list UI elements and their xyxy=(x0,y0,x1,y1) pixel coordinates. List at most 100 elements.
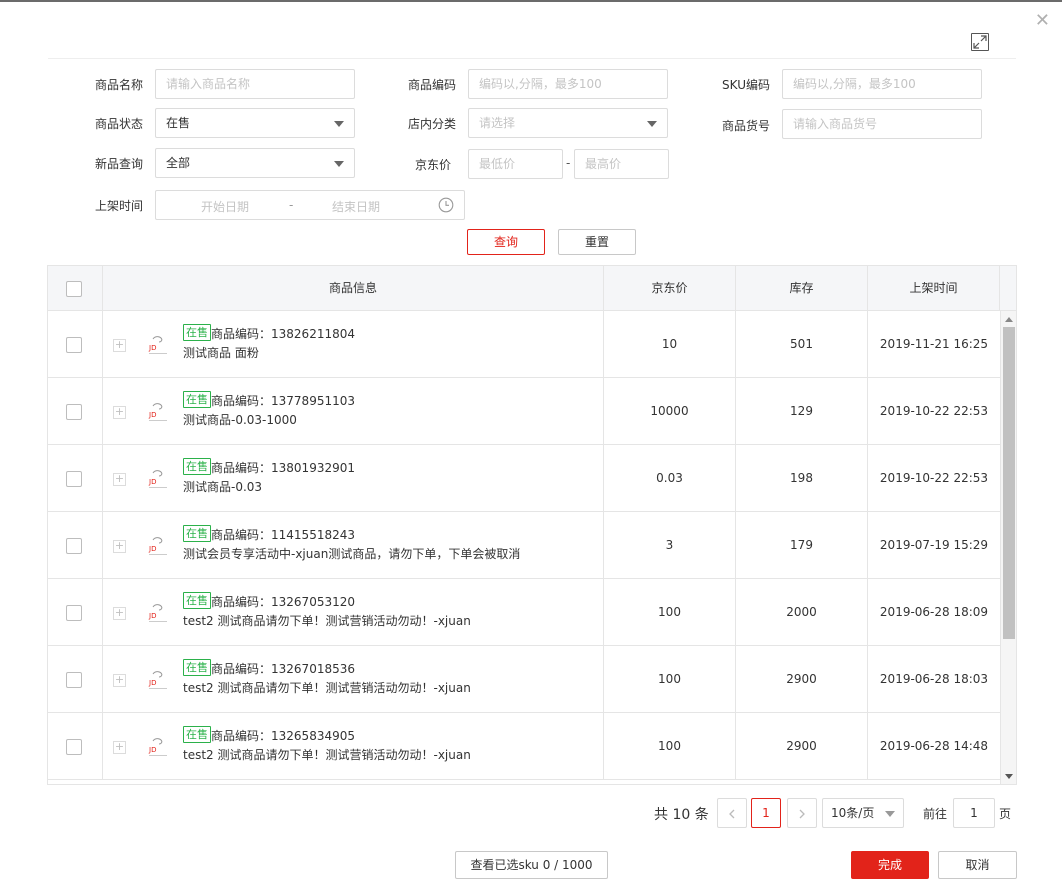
store-category-select[interactable]: 请选择 xyxy=(468,108,668,138)
min-price-input[interactable]: 最低价 xyxy=(468,149,563,179)
store-category-placeholder: 请选择 xyxy=(479,116,516,130)
scroll-down-icon[interactable] xyxy=(1005,774,1013,779)
done-button[interactable]: 完成 xyxy=(851,851,929,879)
header-listing-time: 上架时间 xyxy=(868,266,1000,311)
svg-text:JD: JD xyxy=(148,679,156,687)
product-info-cell: + JD 在售 商品编码：13801932901 测试商品-0.03 xyxy=(103,445,604,512)
row-checkbox-cell xyxy=(48,378,103,445)
price-cell: 100 xyxy=(604,713,736,780)
product-status-select[interactable]: 在售 xyxy=(155,108,355,138)
date-range-dash: - xyxy=(289,198,294,212)
product-name: test2 测试商品请勿下单！测试营销活动勿动！-xjuan xyxy=(183,748,471,762)
expand-row-icon[interactable]: + xyxy=(113,741,126,754)
product-thumbnail: JD xyxy=(148,336,167,354)
listing-date-range[interactable]: 开始日期 - 结束日期 xyxy=(155,190,465,220)
page-size-select[interactable]: 10条/页 xyxy=(822,798,904,828)
product-code: 商品编码：13267053120 xyxy=(211,593,355,610)
stock-cell: 179 xyxy=(736,512,868,579)
goto-page-input[interactable]: 1 xyxy=(953,798,995,828)
listing-time-cell: 2019-10-22 22:53 xyxy=(879,471,989,485)
row-checkbox-cell xyxy=(48,579,103,646)
product-thumbnail: JD xyxy=(148,671,167,689)
sku-code-input[interactable]: 编码以,分隔，最多100 xyxy=(782,69,982,99)
svg-text:JD: JD xyxy=(148,411,156,419)
product-info-cell: + JD 在售 商品编码：13778951103 测试商品-0.03-1000 xyxy=(103,378,604,445)
max-price-input[interactable]: 最高价 xyxy=(574,149,669,179)
row-checkbox-cell xyxy=(48,713,103,780)
table-header: 商品信息 京东价 库存 上架时间 xyxy=(48,266,1016,311)
item-number-input[interactable]: 请输入商品货号 xyxy=(782,109,982,139)
header-jd-price: 京东价 xyxy=(604,266,736,311)
listing-time-cell: 2019-06-28 18:09 xyxy=(879,605,989,619)
view-selected-sku-button[interactable]: 查看已选sku 0 / 1000 xyxy=(455,851,608,879)
product-thumbnail: JD xyxy=(148,470,167,488)
stock-cell: 501 xyxy=(736,311,868,378)
table-row: + JD 在售 商品编码：13778951103 测试商品-0.03-1000 10000… xyxy=(48,378,1000,445)
row-checkbox[interactable] xyxy=(66,538,82,554)
header-divider xyxy=(48,58,1016,59)
product-code-prefix: 商品编码： xyxy=(211,327,272,341)
row-checkbox[interactable] xyxy=(66,605,82,621)
close-icon[interactable]: ✕ xyxy=(1035,12,1050,30)
chevron-right-icon xyxy=(799,809,805,819)
expand-row-icon[interactable]: + xyxy=(113,607,126,620)
product-status-label: 商品状态 xyxy=(94,117,143,131)
product-name: 测试商品-0.03-1000 xyxy=(183,413,297,427)
row-checkbox[interactable] xyxy=(66,739,82,755)
chevron-down-icon xyxy=(334,161,344,167)
product-code: 商品编码：13267018536 xyxy=(211,660,355,677)
product-info-cell: + JD 在售 商品编码：13267018536 test2 测试商品请勿下单！测试营销… xyxy=(103,646,604,713)
row-checkbox-cell xyxy=(48,512,103,579)
product-name-input[interactable]: 请输入商品名称 xyxy=(155,69,355,99)
product-name: 测试商品 面粉 xyxy=(183,346,259,360)
sku-code-label: SKU编码 xyxy=(722,78,770,92)
new-product-select[interactable]: 全部 xyxy=(155,148,355,178)
row-checkbox[interactable] xyxy=(66,672,82,688)
scroll-up-icon[interactable] xyxy=(1005,317,1013,322)
listing-time-cell: 2019-06-28 18:03 xyxy=(879,672,989,686)
expand-row-icon[interactable]: + xyxy=(113,473,126,486)
product-code-input[interactable]: 编码以,分隔，最多100 xyxy=(468,69,668,99)
product-code: 商品编码：13778951103 xyxy=(211,392,355,409)
select-all-checkbox[interactable] xyxy=(66,281,82,297)
svg-text:JD: JD xyxy=(148,746,156,754)
prev-page-button[interactable] xyxy=(717,798,747,828)
listing-time-cell: 2019-10-22 22:53 xyxy=(879,404,989,418)
product-name: test2 测试商品请勿下单！测试营销活动勿动！-xjuan xyxy=(183,614,471,628)
listing-time-cell: 2019-06-28 14:48 xyxy=(879,739,989,753)
cancel-button[interactable]: 取消 xyxy=(938,851,1017,879)
row-checkbox-cell xyxy=(48,311,103,378)
row-checkbox[interactable] xyxy=(66,404,82,420)
product-code-value: 13778951103 xyxy=(271,394,355,408)
chevron-left-icon xyxy=(729,809,735,819)
store-category-label: 店内分类 xyxy=(407,117,456,131)
fullscreen-icon[interactable] xyxy=(971,33,989,51)
status-badge: 在售 xyxy=(183,659,211,676)
row-checkbox[interactable] xyxy=(66,471,82,487)
product-info-cell: + JD 在售 商品编码：11415518243 测试会员专享活动中-xjuan测试商品… xyxy=(103,512,604,579)
expand-row-icon[interactable]: + xyxy=(113,540,126,553)
table-row: + JD 在售 商品编码：13265834905 test2 测试商品请勿下单！测试营销… xyxy=(48,713,1000,780)
expand-row-icon[interactable]: + xyxy=(113,674,126,687)
page-1-button[interactable]: 1 xyxy=(751,798,781,828)
goto-label: 前往 xyxy=(923,807,948,821)
row-checkbox[interactable] xyxy=(66,337,82,353)
product-code-value: 13801932901 xyxy=(271,461,355,475)
price-cell: 10 xyxy=(604,311,736,378)
header-product-info: 商品信息 xyxy=(103,266,604,311)
svg-text:JD: JD xyxy=(148,545,156,553)
item-number-label: 商品货号 xyxy=(721,119,770,133)
scrollbar-thumb[interactable] xyxy=(1003,327,1015,639)
expand-row-icon[interactable]: + xyxy=(113,339,126,352)
status-badge: 在售 xyxy=(183,592,211,609)
price-cell: 3 xyxy=(604,512,736,579)
status-badge: 在售 xyxy=(183,391,211,408)
expand-row-icon[interactable]: + xyxy=(113,406,126,419)
listing-time-label: 上架时间 xyxy=(94,199,143,213)
product-thumbnail: JD xyxy=(148,403,167,421)
query-button[interactable]: 查询 xyxy=(467,229,545,255)
product-name-label: 商品名称 xyxy=(94,78,143,92)
next-page-button[interactable] xyxy=(787,798,817,828)
table-scrollbar[interactable] xyxy=(1000,311,1016,784)
reset-button[interactable]: 重置 xyxy=(558,229,636,255)
